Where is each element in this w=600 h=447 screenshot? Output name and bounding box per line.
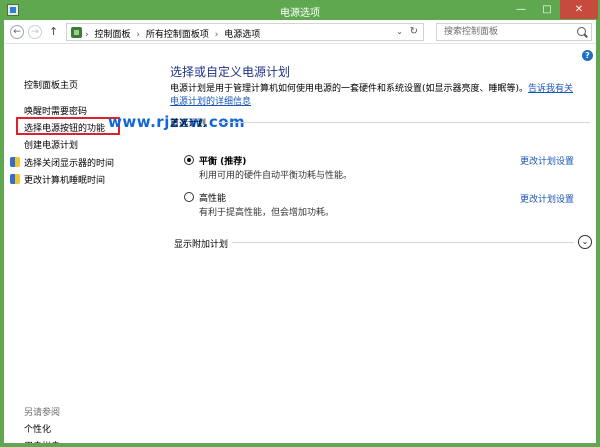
forward-button[interactable]: → (28, 25, 42, 39)
sidebar-item-wake-password[interactable]: 唤醒时需要密码 (24, 104, 87, 117)
back-button[interactable]: ← (10, 25, 24, 39)
sidebar-home-link[interactable]: 控制面板主页 (24, 78, 78, 91)
page-title: 选择或自定义电源计划 (170, 65, 291, 79)
plan-balanced-radio[interactable] (184, 155, 194, 165)
sidebar: 控制面板主页 唤醒时需要密码 选择电源按钮的功能 创建电源计划 选择关闭显示器的… (4, 44, 245, 447)
title-bar: 电源选项 — □ ✕ (0, 0, 600, 20)
search-input[interactable] (437, 24, 573, 40)
minimize-button[interactable]: — (508, 0, 534, 19)
divider (232, 242, 574, 243)
sidebar-item-create-plan[interactable]: 创建电源计划 (24, 138, 78, 151)
maximize-button[interactable]: □ (534, 0, 560, 19)
see-also-heading: 另请参阅 (24, 408, 61, 418)
close-button[interactable]: ✕ (560, 0, 598, 19)
plan-high-performance-desc: 有利于提高性能，但会增加功耗。 (199, 208, 335, 218)
sidebar-item-display-off[interactable]: 选择关闭显示器的时间 (24, 156, 114, 169)
address-bar[interactable]: › 控制面板 › 所有控制面板项 › 电源选项 ⌄ ↻ (66, 23, 424, 41)
plan-balanced-desc: 利用可用的硬件自动平衡功耗与性能。 (199, 171, 353, 181)
window-client: ← → ↑ › 控制面板 › 所有控制面板项 › 电源选项 ⌄ ↻ ? 控制面板… (4, 20, 596, 447)
breadcrumb-control-panel[interactable]: 控制面板 (94, 30, 130, 40)
see-also-personalization[interactable]: 个性化 (24, 422, 51, 435)
control-panel-icon (71, 27, 82, 38)
chevron-down-icon[interactable]: ⌄ (396, 27, 403, 36)
search-box (436, 23, 592, 41)
plan-high-performance-radio[interactable] (184, 192, 194, 202)
chevron-down-icon[interactable]: ⌄ (578, 235, 592, 249)
section-heading: 首选计划 (170, 119, 207, 129)
breadcrumb-power-options[interactable]: 电源选项 (224, 30, 260, 40)
highlight-box (16, 117, 120, 135)
refresh-icon[interactable]: ↻ (410, 26, 418, 37)
plan-high-performance-change-link[interactable]: 更改计划设置 (520, 192, 574, 205)
divider (218, 122, 590, 123)
show-more-plans-label[interactable]: 显示附加计划 (174, 237, 228, 250)
plan-balanced-change-link[interactable]: 更改计划设置 (520, 154, 574, 167)
search-icon[interactable] (577, 27, 586, 36)
window-border (0, 443, 600, 447)
plan-balanced-name[interactable]: 平衡 (推荐) (199, 154, 246, 167)
page-description: 电源计划是用于管理计算机如何使用电源的一套硬件和系统设置(如显示器亮度、睡眠等)… (170, 84, 574, 107)
shield-icon (10, 157, 20, 167)
breadcrumb-all-items[interactable]: 所有控制面板项 (146, 30, 209, 40)
up-button[interactable]: ↑ (49, 25, 58, 38)
main-content: 选择或自定义电源计划 电源计划是用于管理计算机如何使用电源的一套硬件和系统设置(… (170, 44, 596, 443)
sidebar-item-sleep-time[interactable]: 更改计算机睡眠时间 (24, 173, 105, 186)
plan-high-performance-name[interactable]: 高性能 (199, 191, 226, 204)
breadcrumb: › 控制面板 › 所有控制面板项 › 电源选项 (85, 30, 261, 40)
address-toolbar: ← → ↑ › 控制面板 › 所有控制面板项 › 电源选项 ⌄ ↻ (4, 20, 596, 44)
shield-icon (10, 174, 20, 184)
